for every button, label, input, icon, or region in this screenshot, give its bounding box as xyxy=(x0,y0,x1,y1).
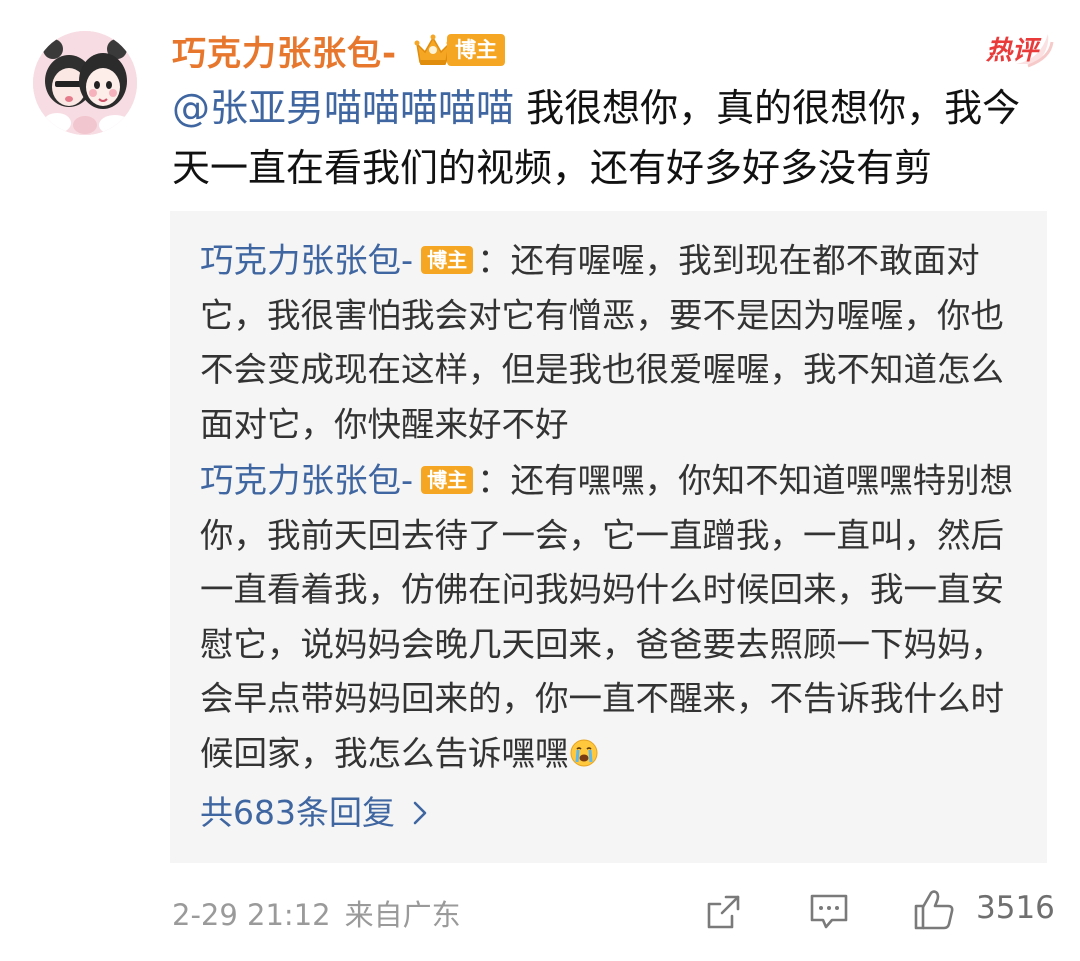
reply-separator: ： xyxy=(477,461,511,500)
avatar[interactable] xyxy=(33,31,137,135)
comment-header: 巧克力张张包- 博主 xyxy=(172,24,506,76)
comment-meta: 2-29 21:12 来自广东 xyxy=(172,892,461,934)
reply-blogger-badge: 博主 xyxy=(421,246,474,274)
hot-comment-badge: 热评 xyxy=(970,20,1054,72)
comment-location: 来自广东 xyxy=(344,898,461,932)
reply-separator: ： xyxy=(477,241,511,280)
chevron-right-icon xyxy=(413,801,427,825)
reply-item[interactable]: 巧克力张张包- 博主 ：还有喔喔，我到现在都不敢面对它，我很害怕我会对它有憎恶，要不… xyxy=(200,234,1015,452)
mention-link[interactable]: @张亚男喵喵喵喵喵 xyxy=(172,86,514,130)
reply-text: 还有嘿嘿，你知不知道嘿嘿特别想你，我前天回去待了一会，它一直蹭我，一直叫，然后一… xyxy=(200,461,1014,773)
reply-username[interactable]: 巧克力张张包- xyxy=(200,461,413,500)
view-all-replies-link[interactable]: 共683条回复 xyxy=(200,786,429,840)
reply-username[interactable]: 巧克力张张包- xyxy=(200,241,413,280)
like-count: 3516 xyxy=(976,890,1055,926)
blogger-badge: 博主 xyxy=(413,32,506,68)
reply-item[interactable]: 巧克力张张包- 博主 ：还有嘿嘿，你知不知道嘿嘿特别想你，我前天回去待了一会，它一直… xyxy=(200,454,1015,781)
comment-text: @张亚男喵喵喵喵喵 我很想你，真的很想你，我今天一直在看我们的视频，还有好多好多… xyxy=(172,78,1032,198)
blogger-badge-label: 博主 xyxy=(447,34,506,66)
comment-footer: 2-29 21:12 来自广东 3516 xyxy=(172,884,1080,940)
hot-comment-label: 热评 xyxy=(985,36,1038,66)
reply-preview-box[interactable]: 巧克力张张包- 博主 ：还有喔喔，我到现在都不敢面对它，我很害怕我会对它有憎恶，要不… xyxy=(170,211,1047,863)
reply-blogger-badge: 博主 xyxy=(421,466,474,494)
share-icon[interactable] xyxy=(704,892,744,932)
crying-face-icon xyxy=(570,739,597,766)
more-replies-label: 共683条回复 xyxy=(200,793,395,832)
comment-date: 2-29 21:12 xyxy=(172,898,331,932)
thumbs-up-icon[interactable] xyxy=(912,888,956,932)
comment-icon[interactable] xyxy=(808,892,850,932)
comment-username[interactable]: 巧克力张张包- xyxy=(172,26,397,75)
